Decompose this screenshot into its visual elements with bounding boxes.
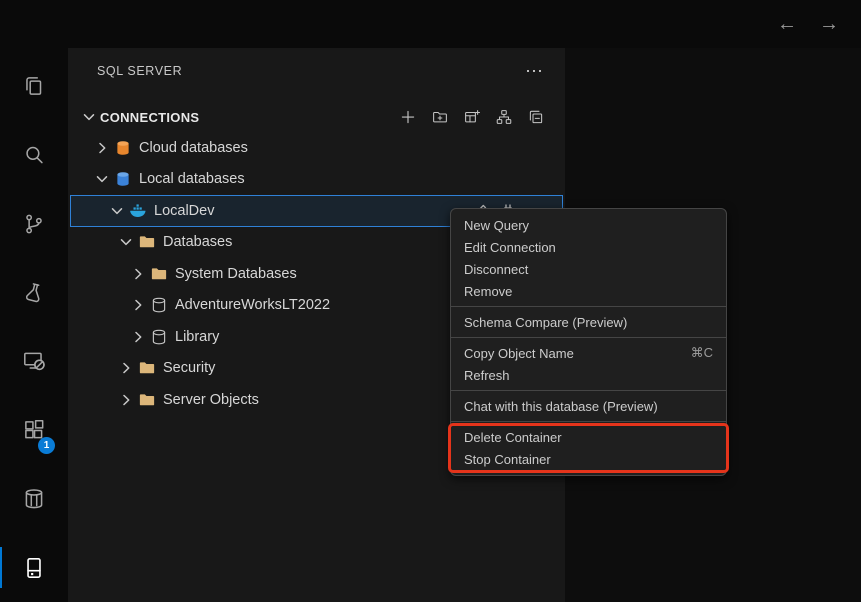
menu-item-label: Delete Container <box>464 430 562 445</box>
monitor-slash-icon <box>21 348 47 374</box>
connections-section-label: CONNECTIONS <box>100 110 199 125</box>
menu-item-stop-container[interactable]: Stop Container <box>451 448 726 470</box>
chevron-down-icon[interactable] <box>94 171 110 187</box>
chevron-down-icon[interactable] <box>118 234 134 250</box>
tree-item-cloud-databases[interactable]: Cloud databases <box>68 132 565 164</box>
menu-item-label: Copy Object Name <box>464 346 574 361</box>
menu-item-delete-container[interactable]: Delete Container <box>451 426 726 448</box>
titlebar: ← → <box>0 0 861 48</box>
chevron-right-icon[interactable] <box>118 392 134 408</box>
docker-whale-icon <box>129 202 147 220</box>
menu-item-label: Schema Compare (Preview) <box>464 315 627 330</box>
sidebar-header: SQL SERVER ⋯ <box>97 64 543 78</box>
connections-section-header[interactable]: CONNECTIONS <box>81 104 545 130</box>
sql-server-icon <box>21 555 47 581</box>
sidebar-title: SQL SERVER <box>97 64 182 78</box>
activity-item-monitor-slash[interactable] <box>0 327 68 396</box>
chevron-right-icon[interactable] <box>130 297 146 313</box>
arrow-right-icon[interactable]: → <box>819 14 839 34</box>
search-icon <box>21 142 47 168</box>
tree-item-label: System Databases <box>175 266 297 282</box>
container-barrel-icon <box>21 486 47 512</box>
chevron-down-icon[interactable] <box>81 109 97 125</box>
folder-icon <box>150 265 168 283</box>
menu-item-label: Disconnect <box>464 262 528 277</box>
menu-item-remove[interactable]: Remove <box>451 280 726 302</box>
menu-item-edit-connection[interactable]: Edit Connection <box>451 236 726 258</box>
database-blue-icon <box>114 170 132 188</box>
menu-item-schema-compare[interactable]: Schema Compare (Preview) <box>451 311 726 333</box>
more-actions-icon[interactable]: ⋯ <box>525 66 543 76</box>
folder-icon <box>138 391 156 409</box>
folder-icon <box>138 359 156 377</box>
table-plus-icon[interactable] <box>463 108 481 126</box>
folder-plus-icon[interactable] <box>431 108 449 126</box>
menu-item-label: Stop Container <box>464 452 551 467</box>
annotation-red-box: Delete Container Stop Container <box>451 426 726 470</box>
chevron-right-icon[interactable] <box>94 140 110 156</box>
context-menu: New Query Edit Connection Disconnect Rem… <box>450 208 727 476</box>
activity-item-containers[interactable] <box>0 465 68 534</box>
database-orange-icon <box>114 139 132 157</box>
activity-item-copy-pages[interactable] <box>0 52 68 121</box>
tree-item-local-databases[interactable]: Local databases <box>68 164 565 196</box>
menu-separator <box>451 337 726 338</box>
menu-item-shortcut: ⌘C <box>691 345 713 361</box>
menu-item-label: Remove <box>464 284 512 299</box>
tree-item-label: Cloud databases <box>139 140 248 156</box>
collapse-all-icon[interactable] <box>527 108 545 126</box>
menu-item-new-query[interactable]: New Query <box>451 214 726 236</box>
tree-item-label: AdventureWorksLT2022 <box>175 297 330 313</box>
menu-item-refresh[interactable]: Refresh <box>451 364 726 386</box>
connections-toolbar <box>399 108 545 126</box>
arrow-left-icon[interactable]: ← <box>777 14 797 34</box>
tree-item-label: Databases <box>163 234 232 250</box>
menu-item-label: Chat with this database (Preview) <box>464 399 658 414</box>
database-icon <box>150 296 168 314</box>
activity-item-sql-server[interactable] <box>0 533 68 602</box>
chevron-right-icon[interactable] <box>130 266 146 282</box>
activity-bar: 1 <box>0 48 68 602</box>
tree-item-label: Local databases <box>139 171 245 187</box>
tree-item-label: LocalDev <box>154 203 214 219</box>
folder-icon <box>138 233 156 251</box>
menu-item-label: Refresh <box>464 368 510 383</box>
copy-pages-icon <box>21 73 47 99</box>
chevron-down-icon[interactable] <box>109 203 125 219</box>
tree-item-label: Library <box>175 329 219 345</box>
plus-icon[interactable] <box>399 108 417 126</box>
source-control-icon <box>21 211 47 237</box>
activity-item-extensions[interactable]: 1 <box>0 396 68 465</box>
menu-item-disconnect[interactable]: Disconnect <box>451 258 726 280</box>
menu-item-chat-with-database[interactable]: Chat with this database (Preview) <box>451 395 726 417</box>
menu-separator <box>451 306 726 307</box>
extensions-badge: 1 <box>38 437 55 454</box>
org-chart-icon[interactable] <box>495 108 513 126</box>
tree-item-label: Security <box>163 360 215 376</box>
flask-icon <box>21 280 47 306</box>
tree-item-label: Server Objects <box>163 392 259 408</box>
menu-item-copy-object-name[interactable]: Copy Object Name ⌘C <box>451 342 726 364</box>
chevron-right-icon[interactable] <box>118 360 134 376</box>
database-icon <box>150 328 168 346</box>
menu-separator <box>451 421 726 422</box>
menu-separator <box>451 390 726 391</box>
menu-item-label: Edit Connection <box>464 240 556 255</box>
activity-item-flask[interactable] <box>0 258 68 327</box>
activity-item-source-control[interactable] <box>0 190 68 259</box>
activity-item-search[interactable] <box>0 121 68 190</box>
chevron-right-icon[interactable] <box>130 329 146 345</box>
menu-item-label: New Query <box>464 218 529 233</box>
